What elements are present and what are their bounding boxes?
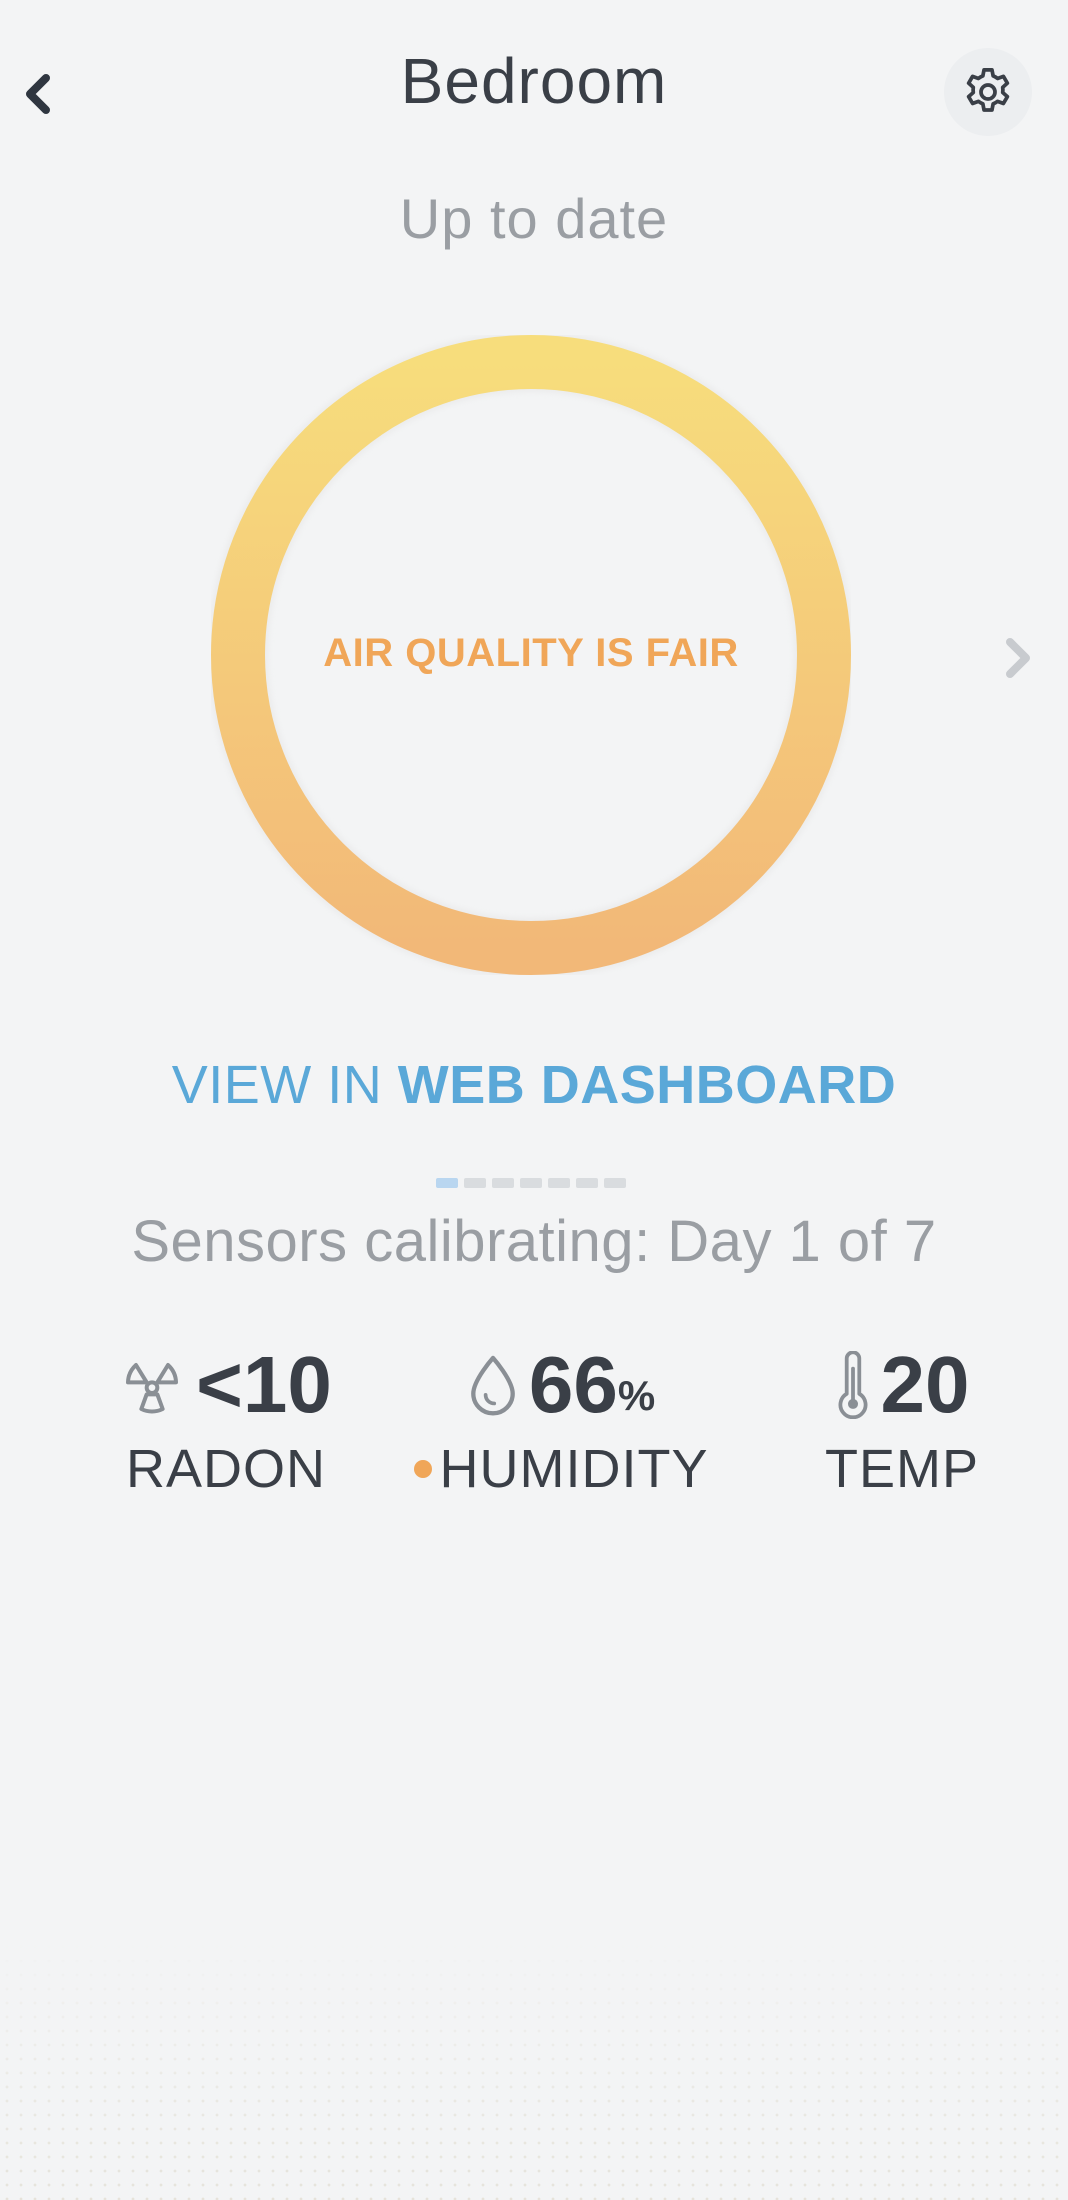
metric-temp[interactable]: 20 TEMP [812, 1340, 992, 1500]
decorative-dot-pattern [0, 1940, 1068, 2200]
thermometer-icon [838, 1351, 867, 1419]
dashboard-link-strong: WEB DASHBOARD [397, 1055, 897, 1115]
calibration-progress-segment [520, 1178, 542, 1188]
humidity-label: HUMIDITY [439, 1439, 709, 1499]
radon-label: RADON [125, 1439, 326, 1499]
humidity-value: 66 [528, 1340, 618, 1429]
metric-humidity[interactable]: 66 % HUMIDITY [406, 1340, 716, 1500]
air-quality-label: AIR QUALITY IS FAIR [323, 631, 739, 675]
next-arrow-button[interactable] [996, 632, 1040, 684]
humidity-unit: % [617, 1372, 656, 1419]
calibration-progress-segment [548, 1178, 570, 1188]
calibration-progress-segment [492, 1178, 514, 1188]
calibration-progress-segment [604, 1178, 626, 1188]
water-drop-icon [470, 1355, 515, 1416]
settings-button[interactable] [944, 48, 1032, 136]
calibration-text: Sensors calibrating: Day 1 of 7 [131, 1209, 937, 1274]
radon-value: <10 [196, 1340, 332, 1429]
web-dashboard-link[interactable]: VIEW IN WEB DASHBOARD [0, 1054, 1068, 1116]
temp-label: TEMP [824, 1439, 979, 1499]
radiation-icon [126, 1363, 179, 1414]
header: Bedroom [0, 0, 1068, 170]
calibration-progress [436, 1178, 626, 1188]
air-quality-ring[interactable]: AIR QUALITY IS FAIR [208, 332, 854, 978]
calibration-progress-segment [464, 1178, 486, 1188]
metric-radon[interactable]: <10 RADON [96, 1340, 356, 1500]
sync-status: Up to date [399, 187, 669, 250]
chevron-right-icon [1006, 638, 1030, 678]
gear-icon [966, 67, 1010, 112]
calibration-progress-segment [576, 1178, 598, 1188]
humidity-indicator-dot [413, 1460, 432, 1478]
dashboard-link-prefix: VIEW IN [171, 1055, 398, 1115]
temp-value: 20 [880, 1340, 970, 1429]
page-title: Bedroom [400, 45, 668, 117]
sensor-metrics: <10 RADON 66 % HUMIDITY 20 TEMP [0, 1340, 1068, 1520]
calibration-progress-segment [436, 1178, 458, 1188]
